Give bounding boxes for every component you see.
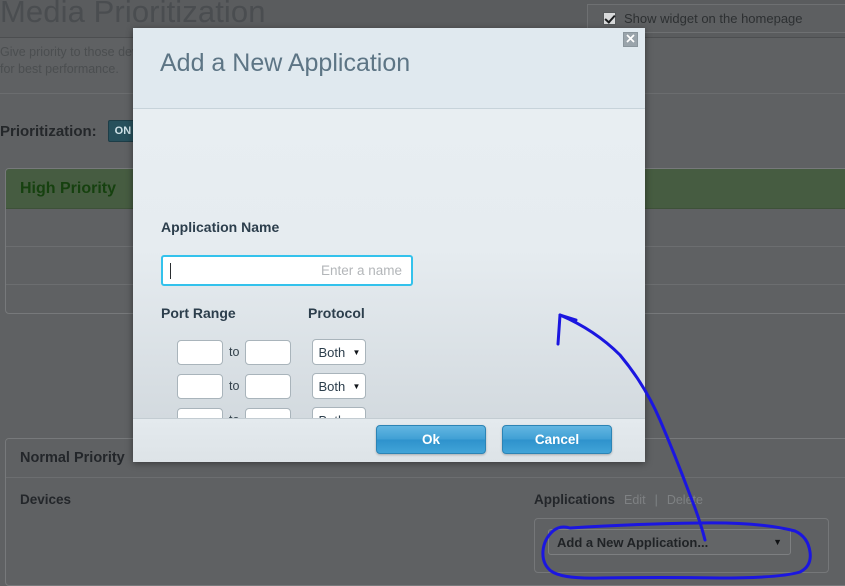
application-name-placeholder: Enter a name: [320, 263, 402, 278]
add-application-dialog: Add a New Application Application Name E…: [133, 28, 645, 462]
close-icon[interactable]: [623, 32, 638, 47]
port-rule-row: to Both ▼: [177, 339, 367, 365]
dialog-body: Application Name Enter a name Port Range…: [133, 109, 645, 433]
chevron-down-icon: ▼: [352, 381, 361, 391]
link-separator: |: [654, 493, 658, 507]
dialog-title: Add a New Application: [160, 49, 411, 77]
dialog-footer: Ok Cancel: [133, 418, 645, 462]
protocol-label: Protocol: [308, 305, 365, 321]
port-to-input[interactable]: [245, 373, 292, 399]
edit-link[interactable]: Edit: [624, 493, 646, 507]
chevron-down-icon: ▼: [773, 537, 782, 547]
application-slot: Add a New Application... ▼: [534, 518, 829, 573]
show-widget-label: Show widget on the homepage: [624, 11, 803, 26]
page-title: Media Prioritization: [0, 0, 266, 29]
dialog-header: Add a New Application: [133, 28, 645, 109]
ok-button[interactable]: Ok: [376, 425, 486, 454]
applications-column-header: Applications Edit | Delete: [534, 492, 703, 507]
devices-column-label: Devices: [20, 492, 72, 507]
protocol-select[interactable]: Both ▼: [312, 373, 367, 399]
port-to-label: to: [229, 379, 240, 393]
protocol-select-value: Both: [318, 344, 346, 360]
add-application-dropdown[interactable]: Add a New Application... ▼: [548, 529, 791, 555]
port-range-label: Port Range: [161, 305, 236, 321]
show-widget-checkbox[interactable]: [603, 12, 616, 25]
normal-priority-body: Devices Applications Edit | Delete Add a…: [6, 478, 845, 585]
port-rule-row: to Both ▼: [177, 373, 367, 399]
port-from-input[interactable]: [177, 373, 223, 399]
prioritization-label: Prioritization:: [0, 122, 97, 140]
applications-label: Applications: [534, 492, 616, 507]
port-from-input[interactable]: [177, 339, 223, 365]
application-name-label: Application Name: [161, 219, 280, 235]
application-name-input[interactable]: Enter a name: [161, 255, 413, 286]
protocol-select-value: Both: [318, 378, 346, 394]
port-to-input[interactable]: [245, 339, 292, 365]
chevron-down-icon: ▼: [352, 347, 361, 357]
delete-link[interactable]: Delete: [667, 493, 703, 507]
add-application-dropdown-value: Add a New Application...: [557, 534, 709, 550]
port-to-label: to: [229, 345, 240, 359]
protocol-select[interactable]: Both ▼: [312, 339, 367, 365]
prioritization-row: Prioritization: ON: [0, 120, 146, 142]
text-cursor: [170, 262, 171, 279]
close-x-glyph: [626, 34, 635, 43]
cancel-button[interactable]: Cancel: [502, 425, 612, 454]
